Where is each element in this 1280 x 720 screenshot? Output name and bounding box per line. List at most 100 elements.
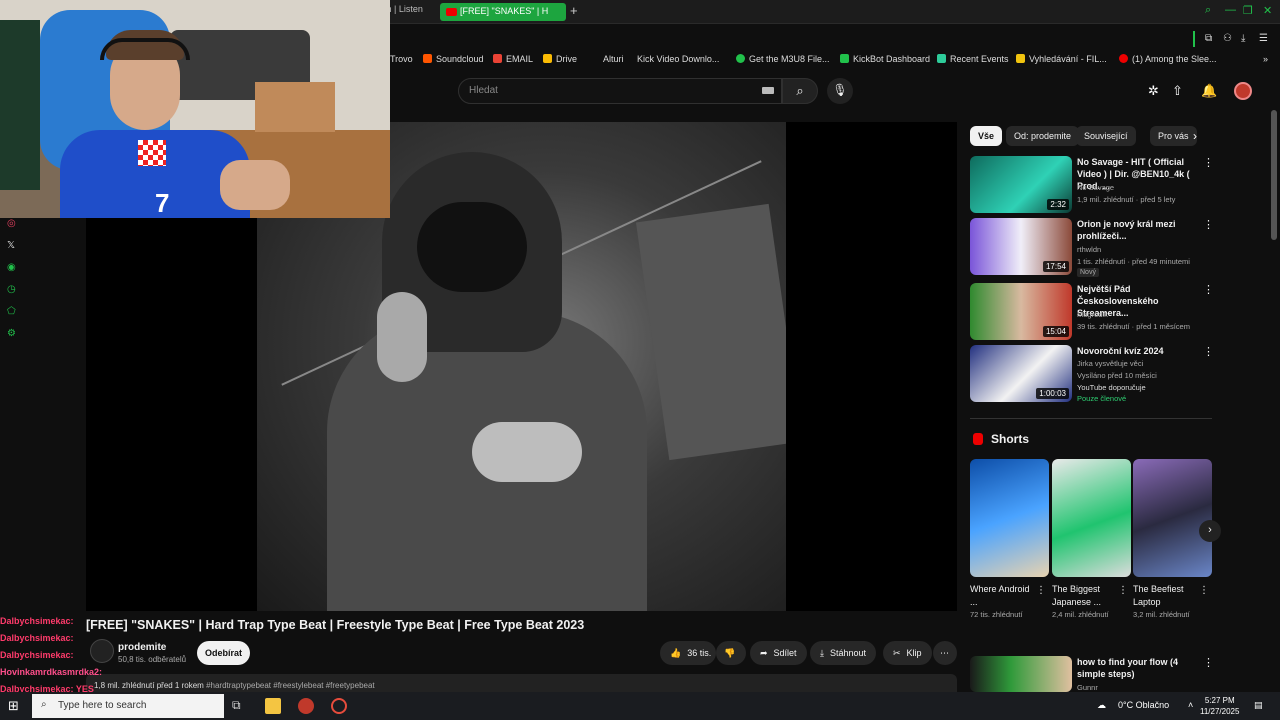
video-thumbnail[interactable]: 2:32 (970, 156, 1072, 213)
weather-text[interactable]: 0°C Oblačno (1118, 700, 1169, 710)
account-icon[interactable]: ⚇ (1223, 33, 1232, 44)
circle-icon[interactable]: ◉ (7, 262, 16, 284)
gear-icon[interactable]: ⚙ (7, 328, 16, 350)
more-vert-icon[interactable]: ⋮ (1203, 283, 1214, 296)
tab-active[interactable]: [FREE] "SNAKES" | H (440, 3, 566, 21)
rec-title[interactable]: Orion je nový král mezi prohlížeči... (1077, 218, 1199, 242)
clip-button[interactable]: ✂ Klip (883, 641, 932, 665)
list-item[interactable]: 1:00:03 Novoroční kvíz 2024 Jirka vysvět… (970, 345, 1214, 405)
search-input[interactable]: Hledat (458, 78, 782, 104)
rec-title[interactable]: how to find your flow (4 simple steps) (1077, 656, 1199, 680)
obs-icon[interactable] (331, 698, 347, 714)
rec-channel[interactable]: Gunnr (1077, 683, 1098, 692)
weather-icon[interactable]: ☁ (1097, 700, 1106, 711)
dislike-button[interactable]: 👎 (716, 641, 746, 665)
video-thumbnail[interactable] (970, 656, 1072, 692)
rec-meta: 39 tis. zhlédnutí · před 1 měsícem (1077, 322, 1190, 331)
video-thumbnail[interactable]: 15:04 (970, 283, 1072, 340)
more-vert-icon[interactable]: ⋮ (1203, 156, 1214, 169)
keyboard-icon[interactable] (762, 87, 774, 94)
task-view-icon[interactable]: ⧉ (232, 698, 248, 714)
file-explorer-icon[interactable] (265, 698, 281, 714)
short-thumbnail[interactable] (1133, 459, 1212, 577)
description-tags[interactable]: #hardtraptypebeat #freestylebeat #freety… (206, 681, 375, 690)
bookmark-kickbot[interactable]: KickBot Dashboard (840, 54, 930, 64)
short-title[interactable]: The Biggest Japanese ... (1052, 583, 1118, 609)
rec-channel[interactable]: rthwldn (1077, 245, 1101, 254)
windows-start-icon[interactable]: ⊞ (8, 698, 19, 714)
puzzle-icon[interactable]: ⬠ (7, 306, 16, 328)
share-button[interactable]: ➦ Sdílet (750, 641, 807, 665)
rec-title[interactable]: Novoroční kvíz 2024 (1077, 345, 1199, 357)
list-item[interactable]: 2:32 No Savage - HIT ( Official Video ) … (970, 156, 1214, 216)
bookmark-drive[interactable]: Drive (543, 54, 577, 64)
bookmark-vyhledavani[interactable]: Vyhledávání - FIL... (1016, 54, 1107, 64)
list-item[interactable]: how to find your flow (4 simple steps) G… (970, 656, 1214, 692)
more-vert-icon[interactable]: ⋮ (1199, 585, 1209, 596)
search-tabs-icon[interactable]: ⌕ (1205, 4, 1211, 17)
list-item[interactable]: 17:54 Orion je nový král mezi prohlížeči… (970, 218, 1214, 278)
menu-icon[interactable]: ☰ (1259, 33, 1268, 44)
bookmarks-overflow-icon[interactable]: » (1263, 54, 1268, 64)
maximize-icon[interactable]: ❐ (1243, 4, 1253, 17)
more-actions-button[interactable]: ⋯ (933, 641, 957, 665)
taskbar-search-input[interactable]: ⌕ Type here to search (32, 694, 224, 718)
rec-channel[interactable]: Magrodik (1077, 310, 1108, 319)
duration-badge: 1:00:03 (1036, 388, 1069, 399)
rec-channel[interactable]: Jirka vysvětluje věci (1077, 359, 1143, 368)
rec-channel[interactable]: No Savage (1077, 183, 1114, 192)
extension-icon[interactable]: ✲ (1148, 83, 1159, 99)
video-thumbnail[interactable]: 1:00:03 (970, 345, 1072, 402)
more-vert-icon[interactable]: ⋮ (1118, 585, 1128, 596)
avatar[interactable] (1234, 82, 1252, 100)
search-button[interactable]: ⌕ (782, 78, 818, 104)
chevron-up-icon[interactable]: ˄ (1188, 700, 1193, 710)
duration-badge: 17:54 (1042, 261, 1069, 272)
clock[interactable]: 5:27 PM 11/27/2025 (1200, 695, 1239, 717)
short-title[interactable]: The Beefiest Laptop (1133, 583, 1199, 609)
download-button[interactable]: ⤓ Stáhnout (810, 641, 877, 665)
voice-search-button[interactable]: 🎙 (827, 78, 853, 104)
opera-gx-icon[interactable] (298, 698, 314, 714)
bookmark-m3u8[interactable]: Get the M3U8 File... (736, 54, 830, 64)
x-icon[interactable]: 𝕏 (7, 240, 16, 262)
extensions-icon[interactable]: ⧉ (1205, 33, 1212, 44)
bookmark-recent-events[interactable]: Recent Events (937, 54, 1009, 64)
new-tab-icon[interactable]: + (570, 3, 578, 18)
shorts-next-button[interactable]: › (1199, 520, 1221, 542)
short-thumbnail[interactable] (970, 459, 1049, 577)
instagram-icon[interactable]: ◎ (7, 218, 16, 240)
rec-source: YouTube doporučuje (1077, 383, 1146, 392)
more-vert-icon[interactable]: ⋮ (1203, 218, 1214, 231)
notifications-icon[interactable]: 🔔 (1201, 83, 1217, 99)
list-item[interactable]: 15:04 Největší Pád Československého Stre… (970, 283, 1214, 343)
short-title[interactable]: Where Android ... (970, 583, 1036, 609)
bookmark-kick-video[interactable]: Kick Video Downlo... (637, 54, 719, 64)
bookmark-email[interactable]: EMAIL (493, 54, 533, 64)
bookmark-alturi[interactable]: Alturi (603, 54, 624, 64)
clock-icon[interactable]: ◷ (7, 284, 16, 306)
like-button[interactable]: 👍 36 tis. (660, 641, 716, 665)
subscribe-button[interactable]: Odebírat (197, 641, 250, 665)
bookmark-trovo[interactable]: Trovo (390, 54, 413, 64)
video-thumbnail[interactable]: 17:54 (970, 218, 1072, 275)
notification-center-icon[interactable]: ▤ (1254, 700, 1263, 711)
bookmark-soundcloud[interactable]: Soundcloud (423, 54, 484, 64)
search-icon: ⌕ (796, 83, 804, 98)
chip-for-you[interactable]: Pro vás (1150, 126, 1197, 146)
close-icon[interactable]: ✕ (1263, 4, 1272, 17)
chip-all[interactable]: Vše (970, 126, 1003, 146)
chip-related[interactable]: Související (1076, 126, 1136, 146)
upload-icon[interactable]: ⇧ (1172, 83, 1183, 99)
minimize-icon[interactable]: — (1225, 4, 1236, 16)
chip-from-channel[interactable]: Od: prodemite (1006, 126, 1080, 146)
short-thumbnail[interactable] (1052, 459, 1131, 577)
more-vert-icon[interactable]: ⋮ (1203, 345, 1214, 358)
bookmark-among-the-sleep[interactable]: (1) Among the Slee... (1119, 54, 1217, 64)
scrollbar[interactable] (1271, 110, 1277, 240)
more-vert-icon[interactable]: ⋮ (1036, 585, 1046, 596)
chevron-right-icon[interactable]: › (1193, 129, 1197, 143)
download-icon[interactable]: ⤓ (1241, 33, 1245, 44)
more-vert-icon[interactable]: ⋮ (1203, 656, 1214, 669)
duration-badge: 15:04 (1042, 326, 1069, 337)
